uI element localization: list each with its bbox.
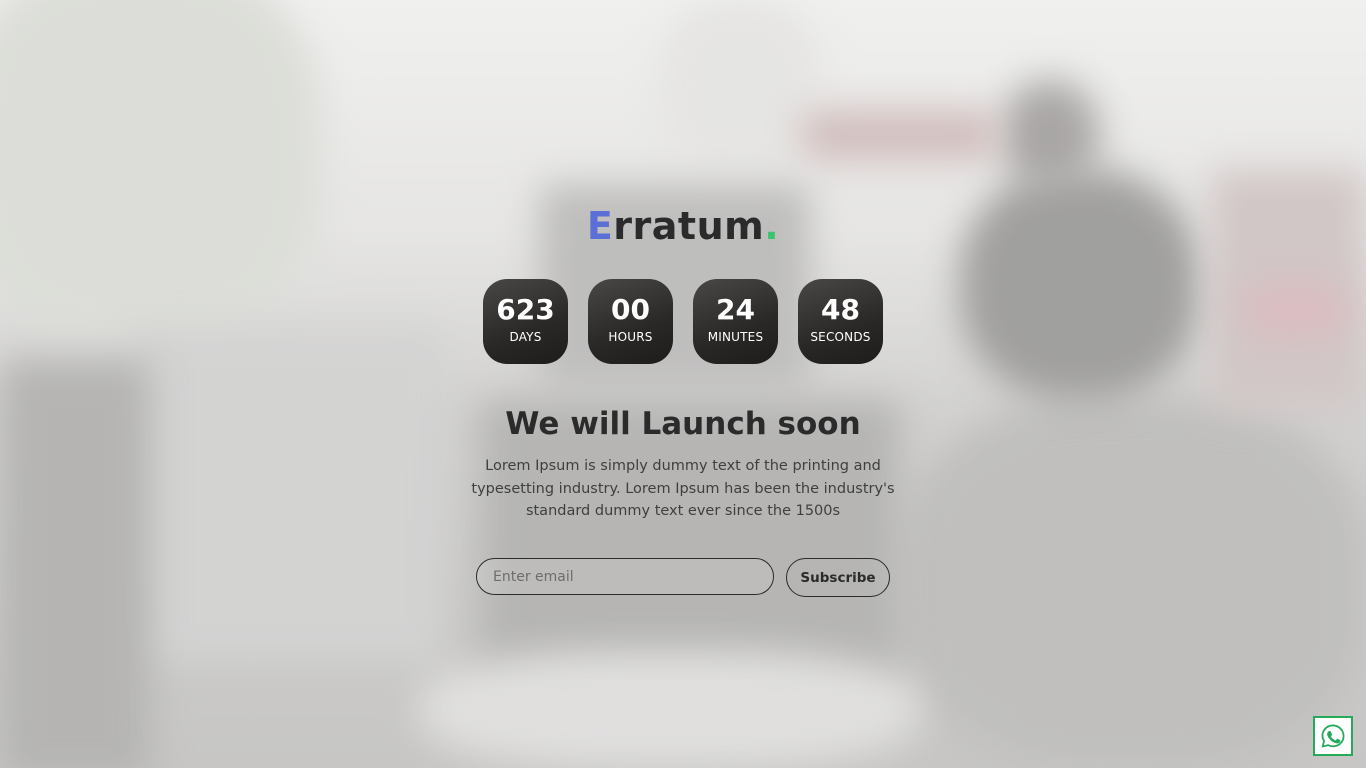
- countdown-hours: 00 HOURS: [588, 279, 673, 364]
- countdown-value: 623: [496, 293, 555, 326]
- logo-first-letter: E: [586, 204, 614, 248]
- countdown-value: 24: [716, 293, 755, 326]
- whatsapp-button[interactable]: [1313, 716, 1353, 756]
- page-title: We will Launch soon: [505, 406, 861, 442]
- whatsapp-icon: [1321, 724, 1345, 748]
- email-field[interactable]: [476, 558, 774, 595]
- logo-dot: .: [764, 204, 780, 248]
- countdown-days: 623 DAYS: [483, 279, 568, 364]
- countdown-label: HOURS: [608, 330, 653, 344]
- page-description: Lorem Ipsum is simply dummy text of the …: [471, 458, 895, 519]
- countdown-minutes: 24 MINUTES: [693, 279, 778, 364]
- countdown-value: 00: [611, 293, 650, 326]
- countdown-label: MINUTES: [707, 330, 764, 344]
- countdown-label: DAYS: [509, 330, 542, 344]
- countdown-timer: 623 DAYS 00 HOURS 24 MINUTES 48 SECONDS: [483, 279, 883, 364]
- countdown-value: 48: [821, 293, 860, 326]
- countdown-label: SECONDS: [810, 330, 871, 344]
- background-image: [0, 0, 1366, 768]
- logo-text: rratum: [613, 204, 765, 248]
- subscribe-button[interactable]: Subscribe: [786, 558, 890, 597]
- countdown-seconds: 48 SECONDS: [798, 279, 883, 364]
- brand-logo[interactable]: Erratum.: [0, 204, 1366, 248]
